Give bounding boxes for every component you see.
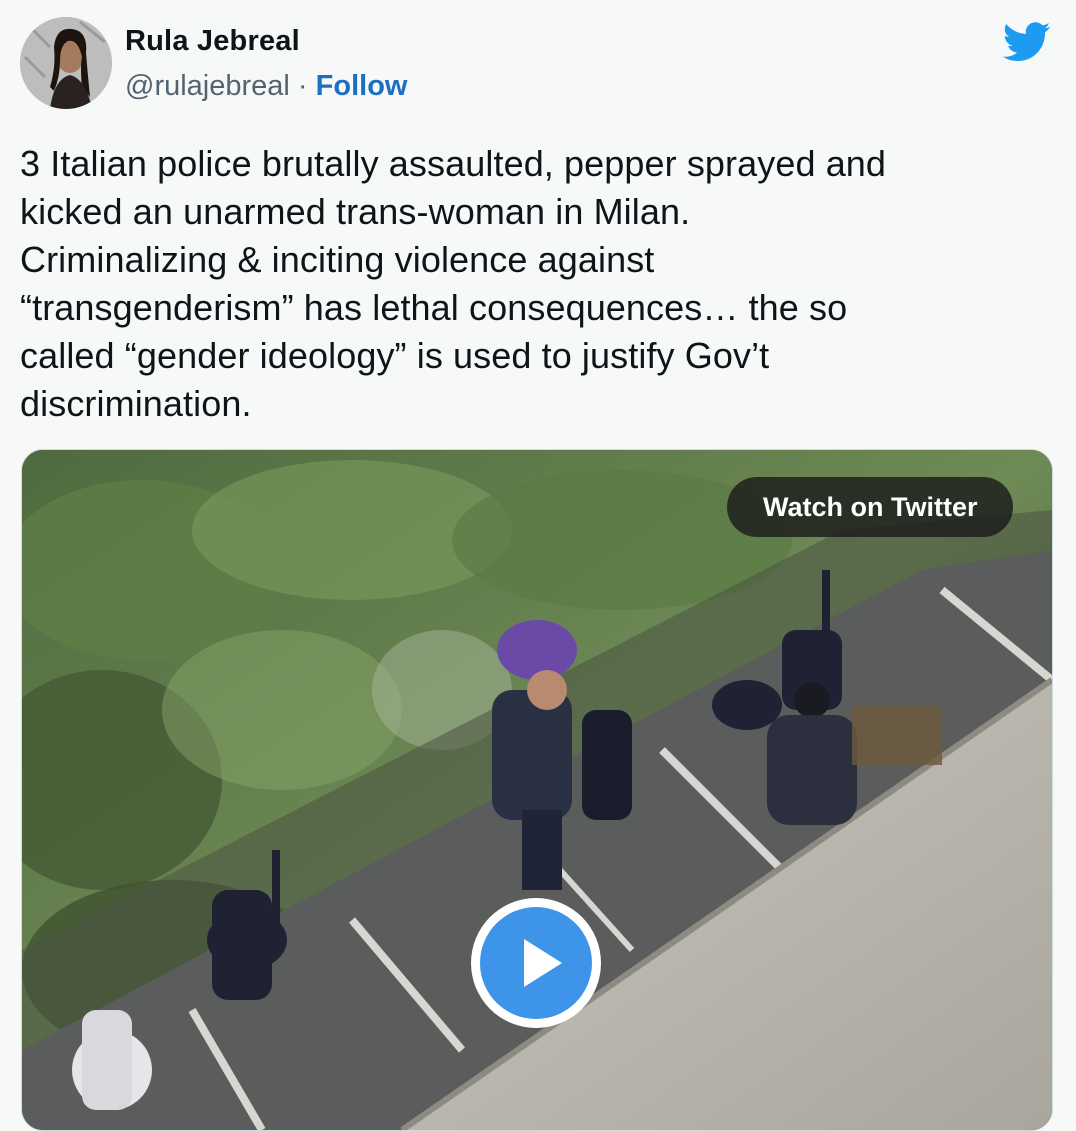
play-button[interactable]: [471, 898, 601, 1028]
twitter-bird-icon[interactable]: [1002, 22, 1051, 62]
author-name[interactable]: Rula Jebreal: [125, 25, 300, 58]
author-handle[interactable]: @rulajebreal: [125, 70, 290, 102]
video-thumbnail: [22, 450, 1052, 1130]
author-avatar[interactable]: [20, 17, 112, 109]
author-handle-row: @rulajebreal · Follow: [125, 70, 407, 103]
follow-link[interactable]: Follow: [316, 70, 408, 102]
watch-on-twitter-button[interactable]: Watch on Twitter: [727, 477, 1014, 537]
video-player[interactable]: Watch on Twitter: [21, 449, 1053, 1131]
tweet-text: 3 Italian police brutally assaulted, pep…: [20, 143, 887, 424]
separator-dot: ·: [297, 70, 308, 102]
tweet-embed-card: Rula Jebreal @rulajebreal · Follow 3 Ita…: [0, 0, 1076, 1131]
play-icon: [524, 939, 562, 987]
play-button-circle: [480, 907, 592, 1019]
